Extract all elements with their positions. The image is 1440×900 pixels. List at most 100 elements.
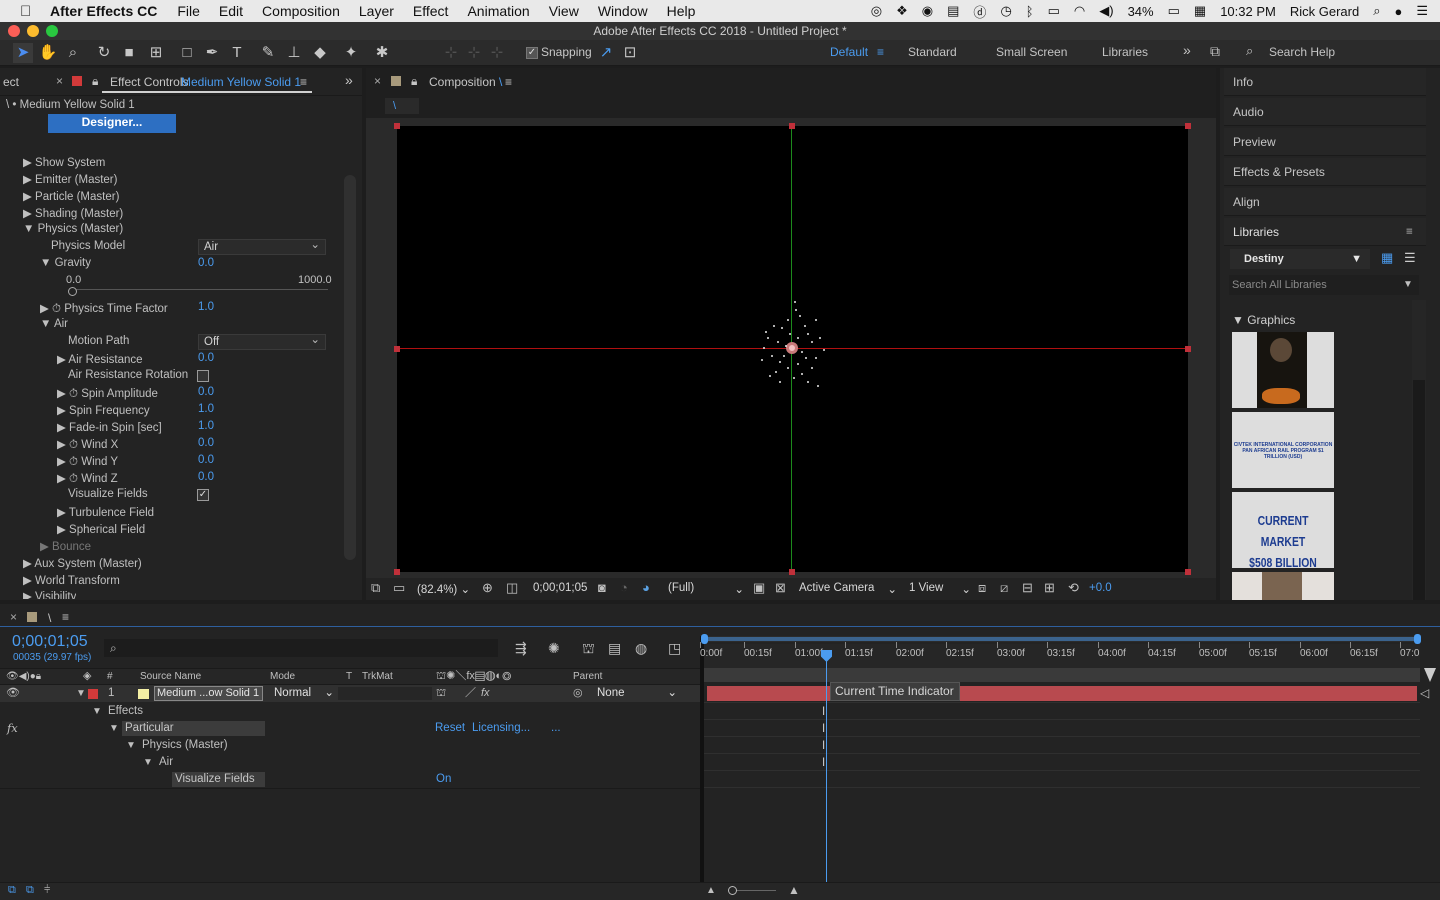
layer-shy-icon[interactable]: ⛫ <box>436 685 446 702</box>
battery-monitor-icon[interactable]: ▤ <box>947 3 959 19</box>
libraries-scroll-thumb[interactable] <box>1413 380 1425 600</box>
library-select[interactable]: Destiny ▼ <box>1230 249 1370 269</box>
clone-stamp-tool-icon[interactable]: ⊥ <box>284 43 304 63</box>
list-view-icon[interactable]: ☰ <box>1404 251 1416 264</box>
battery-percent[interactable]: 34% <box>1128 4 1154 19</box>
zoom-dropdown[interactable]: (82.4%) ⌄ <box>417 582 470 599</box>
particular-effect[interactable]: Particular <box>122 721 265 736</box>
time-machine-icon[interactable]: ◷ <box>1000 3 1011 19</box>
layer-bar-end-icon[interactable]: ◁ <box>1420 685 1429 702</box>
graphic-thumbnail-civtek[interactable]: CIVTEK INTERNATIONAL CORPORATION PAN AFR… <box>1232 412 1334 488</box>
prop-spin-frequency[interactable]: ▶ Spin Frequency <box>57 403 150 420</box>
always-preview-icon[interactable]: ⧉ <box>371 580 380 597</box>
prop-wind-x[interactable]: ▶ ⏱ Wind X <box>57 437 118 454</box>
comp-lock-icon[interactable]: 🔒︎ <box>411 74 417 89</box>
prop-fade-in-spin[interactable]: ▶ Fade-in Spin [sec] <box>57 420 162 437</box>
prop-wind-y[interactable]: ▶ ⏱ Wind Y <box>57 454 118 471</box>
prop-shading[interactable]: ▶ Shading (Master) <box>23 206 123 223</box>
menu-window[interactable]: Window <box>598 3 648 19</box>
stopwatch-icon[interactable]: ⏱ <box>69 473 78 485</box>
frame-blending-icon[interactable]: ▤ <box>608 640 621 657</box>
layer-twirl-icon[interactable]: ▼ <box>76 685 86 702</box>
channels-icon[interactable]: ◕ <box>642 580 650 597</box>
time-zoom-handle[interactable] <box>728 886 737 895</box>
gravity-slider-track[interactable] <box>70 289 328 290</box>
wind-z-value[interactable]: 0.0 <box>198 471 214 483</box>
menu-layer[interactable]: Layer <box>359 3 394 19</box>
prop-air-resistance[interactable]: ▶ Air Resistance <box>57 352 143 369</box>
fast-previews-icon[interactable]: ⧄ <box>1000 580 1008 597</box>
spotlight-icon[interactable]: ⌕ <box>1373 3 1380 19</box>
eraser-tool-icon[interactable]: ◆ <box>310 43 330 63</box>
work-area-range[interactable] <box>704 637 1420 641</box>
panel-overflow-icon[interactable]: » <box>345 72 353 88</box>
workspace-menu-icon[interactable]: ≡ <box>877 45 884 59</box>
comp-timecode[interactable]: 0;00;01;05 <box>533 582 587 599</box>
effect-controls-scrollbar[interactable] <box>344 175 356 560</box>
air-resistance-rotation-checkbox[interactable] <box>197 370 209 382</box>
fade-in-spin-value[interactable]: 1.0 <box>198 420 214 432</box>
menu-help[interactable]: Help <box>667 3 696 19</box>
zoom-tool-icon[interactable]: ⌕ <box>63 43 83 63</box>
pickwhip-icon[interactable]: ◎ <box>573 685 583 702</box>
layer-handle-br[interactable] <box>1185 569 1191 575</box>
current-time-indicator-line[interactable] <box>826 650 827 882</box>
expand-transfer-controls-icon[interactable]: ⧉ <box>26 882 34 899</box>
layer-handle-tc[interactable] <box>789 123 795 129</box>
zoom-window-button[interactable] <box>46 25 58 37</box>
prop-visibility[interactable]: ▶ Visibility <box>23 589 76 599</box>
snap-edges-icon[interactable]: ↗ <box>596 43 616 63</box>
visualize-fields-value[interactable]: On <box>436 771 451 788</box>
effects-group[interactable]: Effects <box>108 703 143 720</box>
motion-blur-icon[interactable]: ◍ <box>635 640 647 657</box>
d-icon[interactable]: ⓓ <box>973 2 986 21</box>
selection-tool-icon[interactable]: ➤ <box>13 43 33 63</box>
rotate-tool-icon[interactable]: ↻ <box>94 43 114 63</box>
volume-icon[interactable]: ◀) <box>1099 3 1113 19</box>
view-layout-dropdown[interactable]: 1 View ⌄ <box>909 582 971 599</box>
zoom-out-time-icon[interactable]: ▲ <box>706 882 716 899</box>
close-comp-tab-icon[interactable]: × <box>374 74 381 88</box>
layer-handle-tr[interactable] <box>1185 123 1191 129</box>
transparency-grid-icon[interactable]: ⊠ <box>775 580 786 597</box>
prop-air[interactable]: ▼ Air <box>40 318 68 335</box>
graphic-thumbnail-clipped[interactable] <box>1232 572 1334 600</box>
licensing-link[interactable]: Licensing... <box>472 720 530 737</box>
timeline-timecode[interactable]: 0;00;01;05 <box>12 633 88 651</box>
comp-subtab[interactable]: \ <box>385 98 419 114</box>
layer-handle-tl[interactable] <box>394 123 400 129</box>
about-link[interactable]: ... <box>551 720 561 737</box>
prop-turbulence-field[interactable]: ▶ Turbulence Field <box>57 505 154 522</box>
col-parent[interactable]: Parent <box>573 668 602 685</box>
layer-handle-ml[interactable] <box>394 346 400 352</box>
designer-button[interactable]: Designer... <box>48 114 176 133</box>
info-panel-tab[interactable]: Info <box>1224 68 1426 96</box>
composition-tab[interactable]: Composition \ <box>429 75 502 89</box>
pen-tool-icon[interactable]: ✒ <box>202 43 222 63</box>
calendar-icon[interactable]: ▦ <box>1194 3 1206 19</box>
physics-master-group[interactable]: Physics (Master) <box>142 737 228 754</box>
layer-handle-mr[interactable] <box>1185 346 1191 352</box>
monitor-icon[interactable]: ▭ <box>393 580 405 597</box>
snap-features-icon[interactable]: ⊡ <box>620 43 640 63</box>
graphic-thumbnail-market[interactable]: CURRENT MARKET $508 BILLION <box>1232 492 1334 568</box>
timeline-menu-icon[interactable]: ≡ <box>62 610 69 624</box>
search-libraries-input[interactable]: Search All Libraries <box>1229 275 1419 295</box>
spin-amplitude-value[interactable]: 0.0 <box>198 386 214 398</box>
resolution-dropdown[interactable]: (Full) ⌄ <box>668 582 744 599</box>
region-of-interest-icon[interactable]: ▣ <box>753 580 765 597</box>
label-column-icon[interactable]: ◈ <box>83 668 91 685</box>
zoom-in-time-icon[interactable]: ▲ <box>788 882 800 899</box>
prop-physics-time-factor[interactable]: ▶ ⏱ Physics Time Factor <box>40 301 168 318</box>
lock-icon[interactable]: 🔒︎ <box>92 74 98 89</box>
draft-3d-icon[interactable]: ✺ <box>548 640 560 657</box>
search-help-input[interactable]: Search Help <box>1269 45 1335 59</box>
pan-behind-tool-icon[interactable]: ⊞ <box>146 43 166 63</box>
visualize-fields-property[interactable]: Visualize Fields <box>172 772 265 787</box>
spin-frequency-value[interactable]: 1.0 <box>198 403 214 415</box>
effect-controls-tab-layer[interactable]: Medium Yellow Solid 1 <box>181 75 301 89</box>
shy-layers-icon[interactable]: ⛫ <box>582 640 595 657</box>
reset-link[interactable]: Reset <box>435 720 465 737</box>
apple-icon[interactable]:  <box>20 3 36 20</box>
menu-animation[interactable]: Animation <box>467 3 529 19</box>
